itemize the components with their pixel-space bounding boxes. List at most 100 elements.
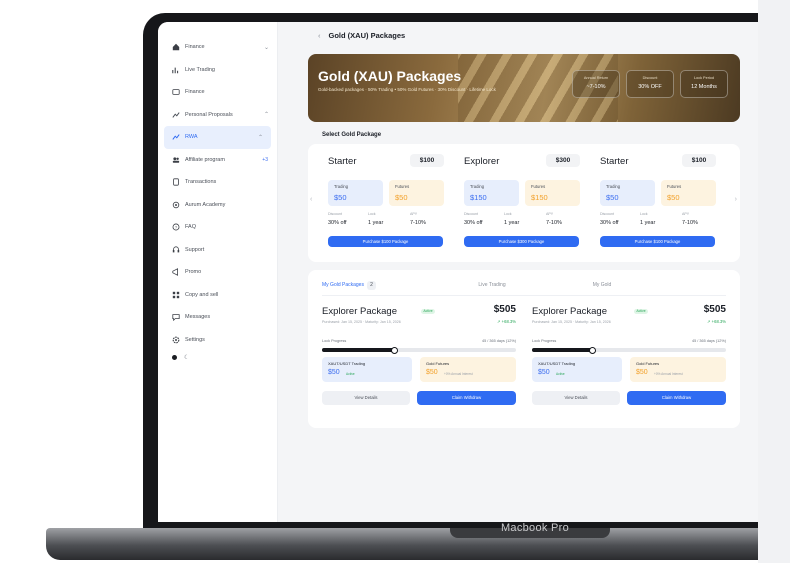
hero-stat: Annual Return ~7-10%	[572, 70, 620, 98]
svg-text:?: ?	[174, 225, 177, 230]
allocation-label: XAUT/USDT Trading	[328, 361, 366, 366]
futures-allocation: Gold Futures $50 +0% Annual Interest	[630, 357, 726, 382]
support-icon	[171, 245, 180, 254]
chart-icon	[171, 65, 180, 74]
tab-live-trading[interactable]: Live Trading	[432, 278, 552, 292]
select-package-title: Select Gold Package	[322, 132, 382, 138]
topbar: ‹ Gold (XAU) Packages	[278, 22, 758, 48]
view-details-button[interactable]: View Details	[322, 391, 410, 405]
allocation-label: Gold Futures	[426, 361, 450, 366]
sidebar-item-label: Affiliate program	[185, 156, 225, 163]
tab-my-gold-packages[interactable]: My Gold Packages 2	[322, 278, 376, 292]
promo-icon	[171, 268, 180, 277]
metric-label: Lock	[640, 212, 648, 216]
purchase-button[interactable]: Purchase $300 Package	[464, 236, 579, 247]
progress-label: Lock Progress	[322, 339, 347, 343]
package-dates: Purchased: Jan 15, 2025 · Maturity: Jan …	[322, 320, 401, 324]
sidebar-item[interactable]: Live Trading	[158, 59, 277, 82]
moon-icon[interactable]: ☾	[184, 355, 190, 361]
progress-knob	[589, 346, 596, 354]
package-value: $505	[493, 304, 516, 315]
chevron-icon: ⌃	[257, 134, 263, 141]
hero-stat-value: ~7-10%	[586, 84, 606, 90]
light-mode-icon[interactable]	[172, 355, 177, 360]
sidebar-item[interactable]: Promo	[158, 261, 277, 284]
view-details-button[interactable]: View Details	[532, 391, 620, 405]
sidebar-item[interactable]: RWA ⌃	[164, 126, 271, 149]
sidebar-item[interactable]: Messages	[158, 306, 277, 329]
sidebar-item[interactable]: Settings	[158, 329, 277, 352]
allocation-value: $50	[606, 193, 619, 202]
sidebar-item-label: Personal Proposals	[185, 111, 233, 118]
count-badge: +3	[262, 156, 268, 163]
package-price: $100	[410, 154, 444, 167]
tab-my-gold[interactable]: My Gold	[542, 278, 662, 292]
package-price: $300	[546, 154, 580, 167]
sidebar-item-label: FAQ	[185, 224, 197, 231]
sidebar-item[interactable]: Support	[158, 239, 277, 262]
progress-knob	[391, 346, 398, 354]
allocation-value: $50	[538, 369, 550, 376]
sidebar-item[interactable]: Copy and sell	[158, 284, 277, 307]
sidebar-item[interactable]: ? FAQ	[158, 216, 277, 239]
metric-value: 1 year	[368, 220, 384, 226]
prev-arrow-icon[interactable]: ‹	[310, 196, 312, 203]
hero-stat-label: Annual Return	[583, 76, 609, 80]
folder-icon	[171, 88, 180, 97]
package-name: Explorer	[464, 156, 500, 167]
allocation-sub: +0% Annual Interest	[444, 372, 473, 376]
allocation-sub: Active	[556, 372, 565, 376]
allocation-value: $50	[667, 193, 680, 202]
allocation-value: $50	[334, 193, 347, 202]
package-value: $505	[703, 304, 726, 315]
metric-value: 30% off	[464, 220, 483, 226]
sidebar-item-label: RWA	[185, 134, 198, 141]
metric-value: 7-10%	[410, 220, 426, 226]
sidebar-item[interactable]: Affiliate program +3	[158, 149, 277, 172]
sidebar-item-label: Aurum Academy	[185, 201, 226, 208]
futures-allocation: Futures $50	[661, 180, 716, 206]
laptop-base	[46, 528, 758, 560]
right-background-panel	[758, 0, 790, 563]
allocation-value: $50	[636, 369, 648, 376]
package-change: ↗ +68.3%	[707, 319, 726, 324]
allocation-label: Trading	[334, 184, 349, 189]
metric-value: 1 year	[504, 220, 520, 226]
trend-icon	[171, 110, 180, 119]
purchase-button[interactable]: Purchase $100 Package	[600, 236, 715, 247]
sidebar-item-label: Live Trading	[185, 66, 215, 73]
sidebar-item[interactable]: Transactions	[158, 171, 277, 194]
sidebar-item[interactable]: Finance	[158, 81, 277, 104]
allocation-label: Trading	[470, 184, 485, 189]
tab-count-badge: 2	[366, 281, 376, 290]
sidebar-item-label: Messages	[185, 314, 211, 321]
metric-label: Lock	[368, 212, 376, 216]
sidebar-item[interactable]: Personal Proposals ⌃	[158, 104, 277, 127]
progress-fill	[322, 348, 394, 352]
sidebar-item-label: Promo	[185, 269, 202, 276]
back-icon[interactable]: ‹	[318, 31, 321, 40]
futures-allocation: Futures $50	[389, 180, 444, 206]
academy-icon	[171, 200, 180, 209]
sidebar-item[interactable]: Finance ⌄	[158, 36, 277, 59]
chevron-icon: ⌃	[263, 112, 269, 119]
claim-withdraw-button[interactable]: Claim Withdraw	[627, 391, 726, 405]
main-content: ‹ Gold (XAU) Packages Gold (XAU) Package…	[278, 22, 758, 522]
sidebar-item[interactable]: Aurum Academy	[158, 194, 277, 217]
hero-stat-label: Discount	[642, 76, 658, 80]
allocation-label: XAUT/USDT Trading	[538, 361, 576, 366]
hero-banner: Gold (XAU) Packages Gold-backed packages…	[308, 54, 740, 122]
trading-allocation: XAUT/USDT Trading $50 Active	[322, 357, 412, 382]
package-price: $100	[682, 154, 716, 167]
claim-withdraw-button[interactable]: Claim Withdraw	[417, 391, 516, 405]
metric-label: Discount	[464, 212, 478, 216]
next-arrow-icon[interactable]: ›	[735, 196, 737, 203]
allocation-label: Futures	[667, 184, 682, 189]
sidebar: Finance ⌄ Live Trading Finance Personal Prop…	[158, 22, 278, 522]
package-name: Explorer Package	[532, 306, 607, 317]
package-selector: ‹ › Starter $100 Trading $50 Futures $50 Disco…	[308, 144, 740, 262]
my-packages-panel: My Gold Packages 2 Live Trading My Gold E…	[308, 270, 740, 428]
theme-toggle[interactable]: ☾	[158, 351, 277, 365]
laptop-screen: Finance ⌄ Live Trading Finance Personal Prop…	[158, 22, 758, 522]
purchase-button[interactable]: Purchase $100 Package	[328, 236, 443, 247]
